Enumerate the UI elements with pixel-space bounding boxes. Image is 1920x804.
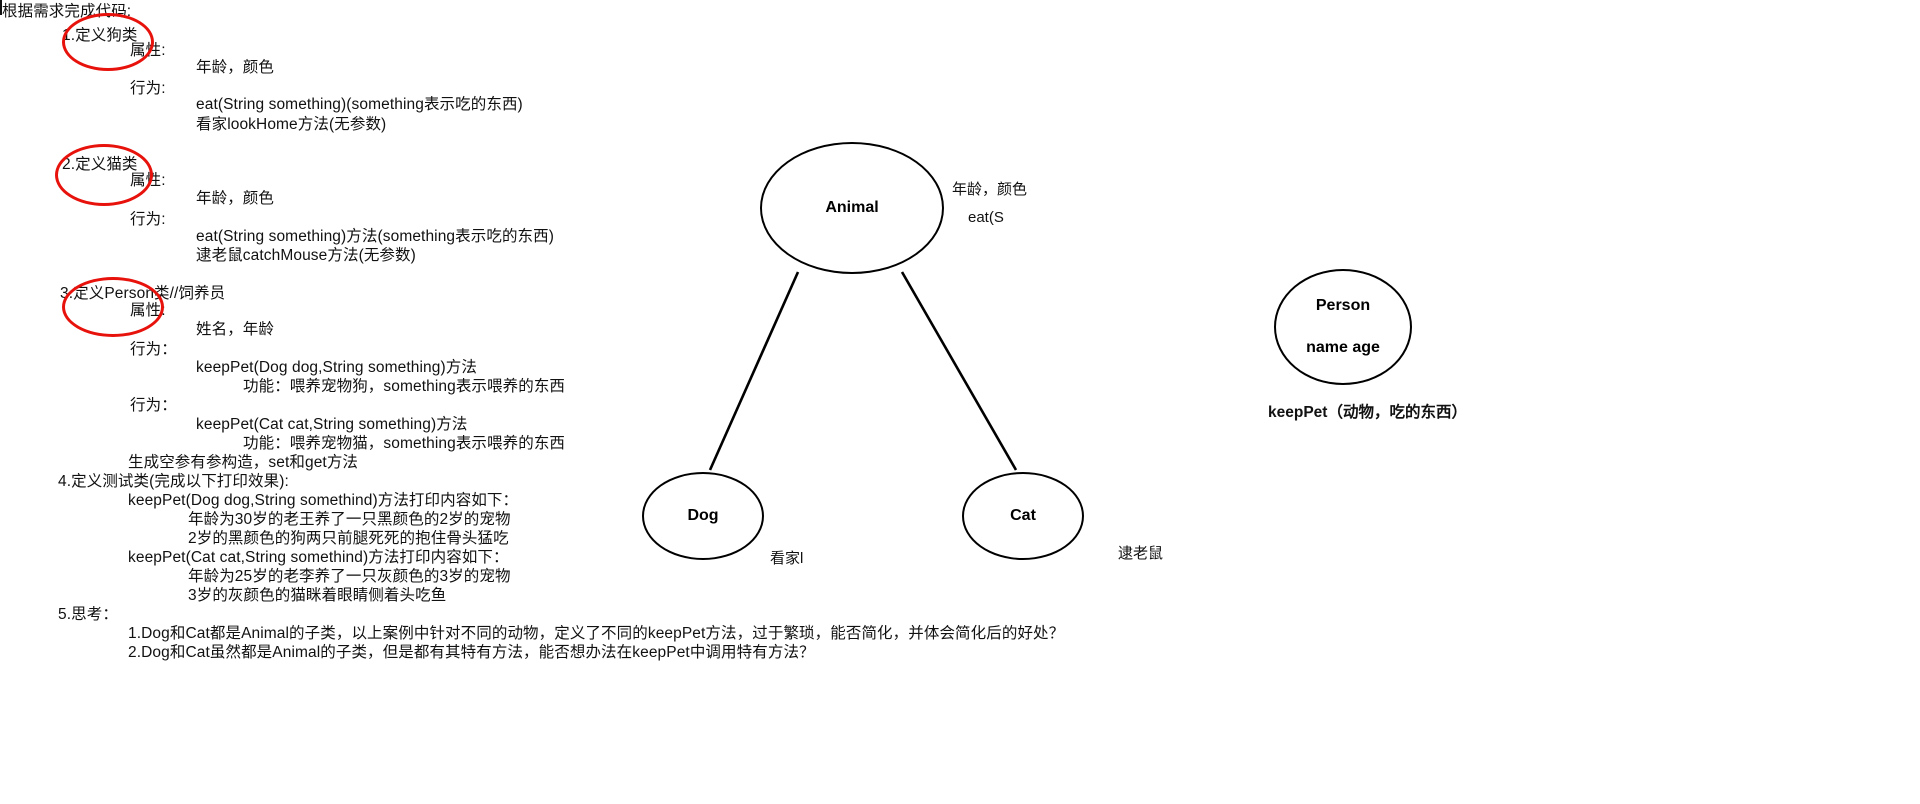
diagram-label-cat-method: 逮老鼠 (1118, 545, 1164, 562)
node-label-person-title: Person (1315, 297, 1371, 314)
diagram-node-dog: Dog (642, 472, 764, 560)
doc-line-l30: 5.思考： (58, 606, 118, 623)
doc-line-l8: 属性: (130, 172, 166, 189)
doc-line-l23: 4.定义测试类(完成以下打印效果): (58, 473, 289, 490)
doc-line-l17: keepPet(Dog dog,String something)方法 (196, 359, 477, 376)
doc-line-l12: 逮老鼠catchMouse方法(无参数) (196, 247, 416, 264)
diagram-label-animal-eat: eat(S (968, 209, 1004, 226)
doc-line-l16: 行为： (130, 341, 177, 358)
doc-line-l7: 2.定义猫类 (62, 156, 138, 173)
doc-line-l28: 年龄为25岁的老李养了一只灰颜色的3岁的宠物 (188, 568, 511, 585)
node-label-cat: Cat (1010, 507, 1036, 524)
edge-animal-cat (900, 271, 1018, 471)
doc-line-l6: 看家lookHome方法(无参数) (196, 116, 387, 133)
doc-line-l11: eat(String something)方法(something表示吃的东西) (196, 228, 555, 245)
doc-line-l1: 1.定义狗类 (62, 27, 138, 44)
doc-line-l15: 姓名，年龄 (196, 321, 275, 338)
doc-line-l10: 行为: (130, 211, 166, 228)
screenshot-canvas: 根据需求完成代码: 1.定义狗类 属性: 年龄，颜色 行为: eat(String som… (0, 0, 1920, 804)
diagram-edges (708, 271, 1018, 471)
node-label-animal: Animal (825, 199, 879, 216)
doc-line-l24: keepPet(Dog dog,String somethind)方法打印内容如… (128, 492, 519, 509)
diagram-node-animal: Animal (760, 142, 944, 274)
doc-line-l29: 3岁的灰颜色的猫眯着眼睛侧着头吃鱼 (188, 587, 447, 604)
doc-line-l3: 年龄，颜色 (196, 59, 275, 76)
doc-line-l19: 行为： (130, 397, 177, 414)
diagram-label-animal-attrs: 年龄，颜色 (952, 181, 1028, 198)
doc-line-l9: 年龄，颜色 (196, 190, 275, 207)
diagram-node-person: Person name age (1274, 269, 1412, 385)
edge-animal-dog (708, 271, 800, 471)
doc-line-l21: 功能：喂养宠物猫，something表示喂养的东西 (243, 435, 566, 452)
doc-line-l27: keepPet(Cat cat,String somethind)方法打印内容如… (128, 549, 509, 566)
doc-line-l5: eat(String something)(something表示吃的东西) (196, 96, 523, 113)
node-label-person-attrs: name age (1306, 339, 1380, 356)
diagram-label-dog-method: 看家l (770, 550, 804, 567)
doc-line-l2: 属性: (130, 42, 166, 59)
doc-line-l14: 属性: (130, 302, 166, 319)
doc-line-l22: 生成空参有参构造，set和get方法 (128, 454, 359, 471)
diagram-node-cat: Cat (962, 472, 1084, 560)
doc-line-l20: keepPet(Cat cat,String something)方法 (196, 416, 468, 433)
class-diagram: Animal Dog Cat Person name age 年龄，颜色 eat(S 看家l… (600, 0, 1920, 804)
doc-line-l26: 2岁的黑颜色的狗两只前腿死死的抱住骨头猛吃 (188, 530, 509, 547)
doc-line-l18: 功能：喂养宠物狗，something表示喂养的东西 (243, 378, 566, 395)
doc-line-l0: 根据需求完成代码: (2, 3, 132, 20)
doc-line-l25: 年龄为30岁的老王养了一只黑颜色的2岁的宠物 (188, 511, 511, 528)
doc-line-l4: 行为: (130, 80, 166, 97)
diagram-label-person-method: keepPet（动物，吃的东西） (1268, 404, 1467, 421)
node-label-dog: Dog (687, 507, 719, 524)
